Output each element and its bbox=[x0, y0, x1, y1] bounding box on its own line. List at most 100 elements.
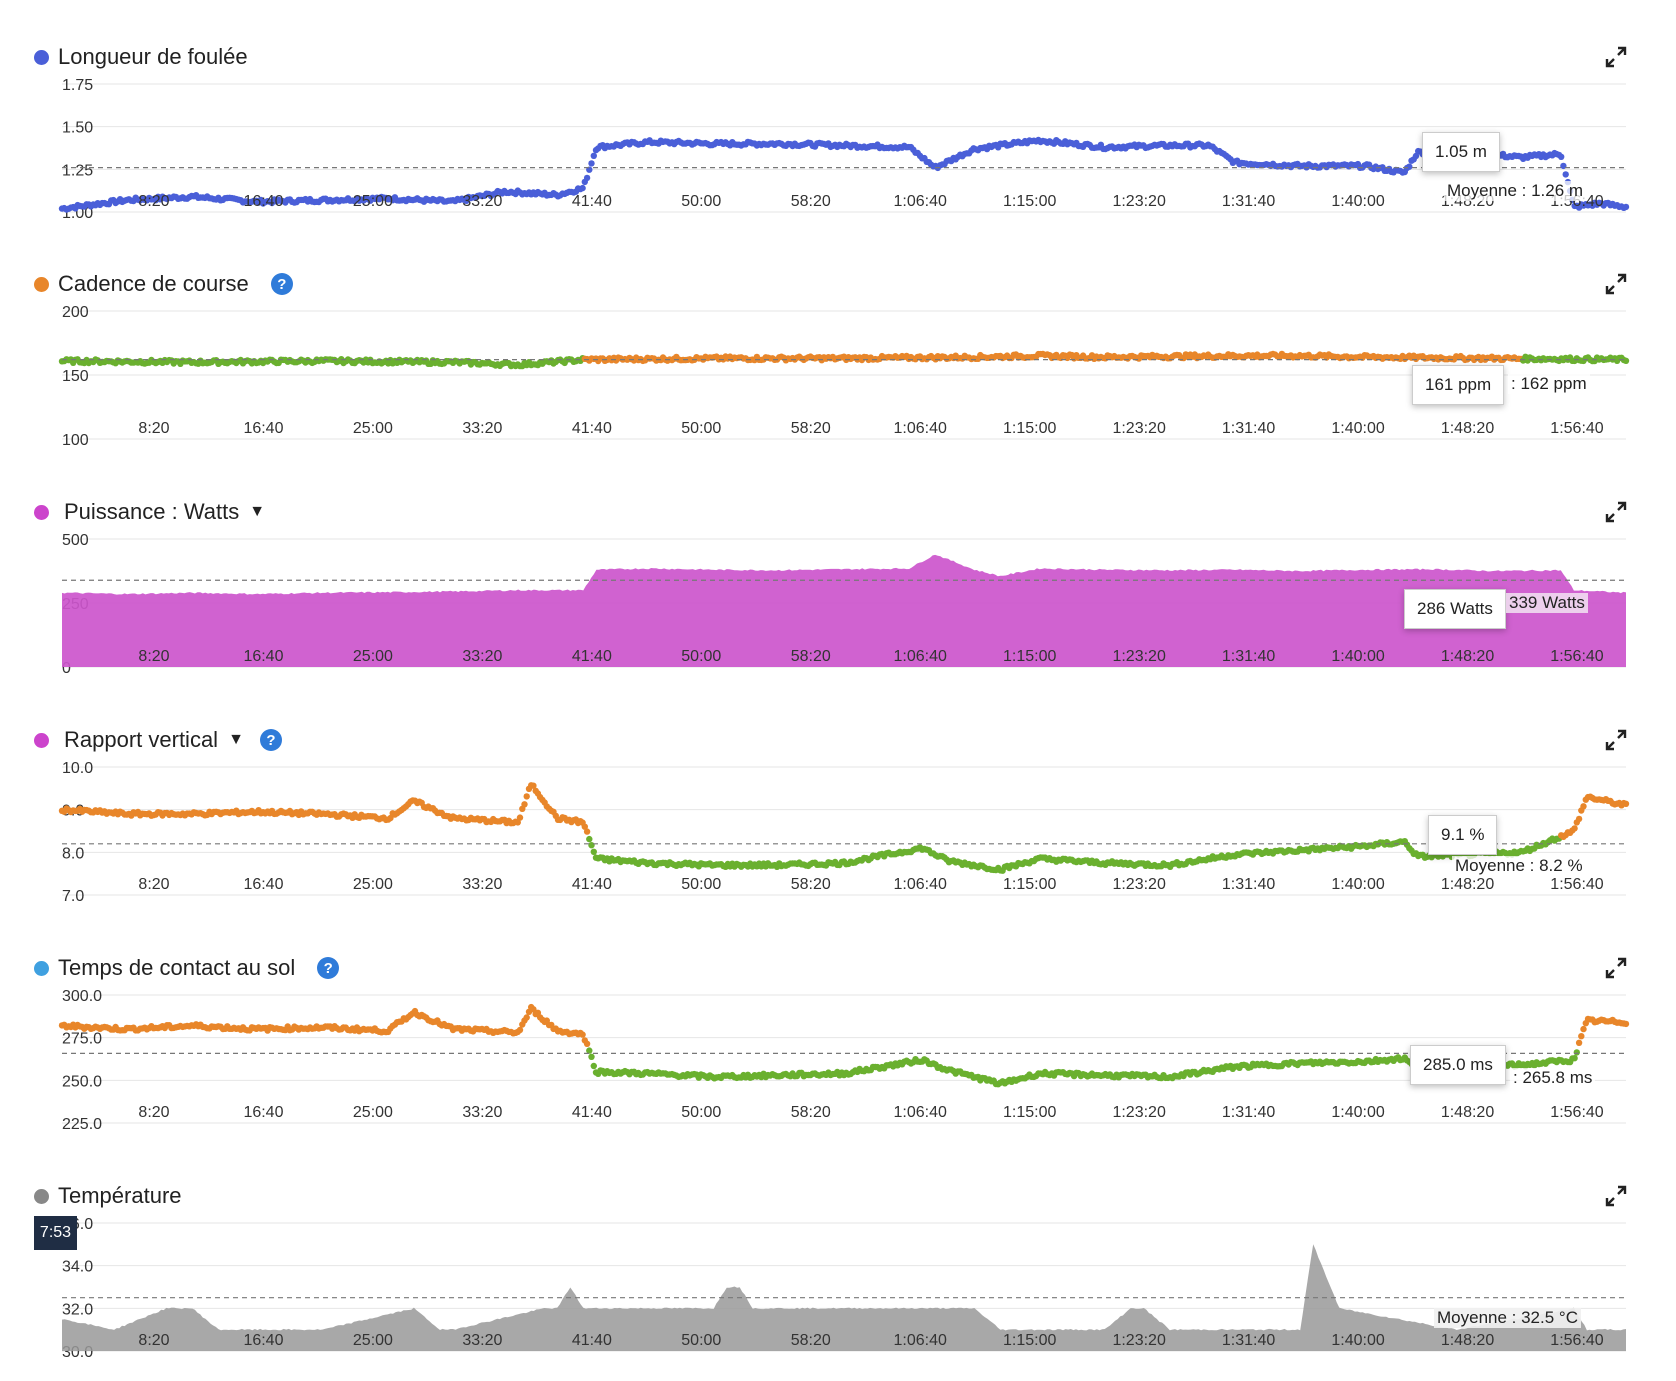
x-tick-label: 1:15:00 bbox=[1003, 193, 1056, 210]
y-tick-label: 10.0 bbox=[62, 760, 93, 777]
chart-svg: 300.0 275.0 250.0 225.0 8:20 16:40 25:00 33:20 4… bbox=[58, 988, 1630, 1133]
y-tick-label: 250.0 bbox=[62, 1073, 102, 1090]
x-tick-label: 41:40 bbox=[572, 648, 612, 665]
x-tick-label: 25:00 bbox=[353, 1104, 393, 1121]
x-tick-label: 16:40 bbox=[243, 1332, 283, 1349]
x-tick-label: 16:40 bbox=[243, 420, 283, 437]
chart-panel-power: Puissance : Watts ▼ 50025008:2016:4025:0… bbox=[0, 469, 1676, 697]
x-tick-label: 25:00 bbox=[353, 193, 393, 210]
x-tick-label: 1:31:40 bbox=[1222, 1332, 1275, 1349]
x-tick-label: 50:00 bbox=[681, 876, 721, 893]
chart-svg: 50025008:2016:4025:0033:2041:4050:0058:2… bbox=[62, 532, 1626, 677]
x-tick-label: 1:40:00 bbox=[1331, 876, 1384, 893]
chart-svg: 200 150 100 8:20 16:40 25:00 33:20 41:40 50:00 58… bbox=[58, 304, 1630, 449]
x-tick-label: 33:20 bbox=[462, 1104, 502, 1121]
x-tick-label: 1:23:20 bbox=[1112, 648, 1165, 665]
data-point bbox=[1622, 800, 1630, 807]
tooltip: 286 Watts bbox=[1404, 589, 1506, 629]
tooltip: 9.1 % bbox=[1428, 815, 1498, 855]
data-point bbox=[590, 1062, 597, 1070]
x-tick-label: 1:40:00 bbox=[1331, 193, 1384, 210]
x-tick-label: 8:20 bbox=[138, 648, 169, 665]
chart-panel-temperature: Température 36.0 34.0 32.0 30.0 8:20 16:40 25:… bbox=[0, 1153, 1676, 1381]
data-point bbox=[1578, 1033, 1585, 1040]
scatter-series bbox=[58, 136, 1630, 213]
x-tick-label: 1:15:00 bbox=[1003, 1332, 1056, 1349]
data-point bbox=[590, 848, 597, 855]
data-point bbox=[523, 1014, 530, 1021]
data-point bbox=[579, 184, 586, 192]
y-tick-label: 1.50 bbox=[62, 120, 93, 137]
x-tick-label: 16:40 bbox=[243, 193, 283, 210]
x-tick-label: 1:31:40 bbox=[1222, 420, 1275, 437]
x-tick-label: 1:15:00 bbox=[1003, 876, 1056, 893]
y-tick-label: 7.0 bbox=[62, 888, 84, 905]
y-tick-label: 500 bbox=[62, 532, 89, 549]
x-tick-label: 41:40 bbox=[572, 1332, 612, 1349]
scatter-series bbox=[58, 350, 1630, 370]
x-tick-label: 1:40:00 bbox=[1331, 648, 1384, 665]
cursor-time-label: 7:53 bbox=[34, 1216, 77, 1250]
y-tick-label: 275.0 bbox=[62, 1031, 102, 1048]
x-tick-label: 8:20 bbox=[138, 193, 169, 210]
chart-svg: 10.09.08.07.08:2016:4025:0033:2041:4050:… bbox=[58, 760, 1630, 905]
tooltip: 161 ppm bbox=[1412, 365, 1505, 405]
x-tick-label: 8:20 bbox=[138, 1332, 169, 1349]
x-tick-label: 33:20 bbox=[462, 648, 502, 665]
x-tick-label: 16:40 bbox=[243, 1104, 283, 1121]
x-tick-label: 1:23:20 bbox=[1112, 1104, 1165, 1121]
data-point bbox=[583, 828, 591, 835]
data-point bbox=[1622, 203, 1630, 211]
scatter-series bbox=[58, 782, 1630, 874]
average-label: Moyenne : 1.26 m bbox=[1444, 181, 1587, 201]
data-point bbox=[1622, 357, 1630, 364]
x-tick-label: 1:56:40 bbox=[1550, 420, 1603, 437]
x-tick-label: 1:31:40 bbox=[1222, 1104, 1275, 1121]
y-tick-label: 34.0 bbox=[62, 1259, 93, 1276]
y-tick-label: 200 bbox=[62, 304, 89, 321]
x-tick-label: 1:06:40 bbox=[894, 876, 947, 893]
x-tick-label: 50:00 bbox=[681, 420, 721, 437]
x-tick-label: 1:31:40 bbox=[1222, 648, 1275, 665]
x-tick-label: 33:20 bbox=[462, 876, 502, 893]
x-tick-label: 58:20 bbox=[791, 876, 831, 893]
x-tick-label: 1:40:00 bbox=[1331, 1332, 1384, 1349]
data-point bbox=[516, 1026, 524, 1034]
x-tick-label: 1:15:00 bbox=[1003, 420, 1056, 437]
data-point bbox=[1575, 815, 1583, 823]
data-point bbox=[516, 814, 524, 821]
data-point bbox=[1406, 163, 1413, 170]
data-point bbox=[1562, 171, 1569, 178]
x-tick-label: 1:23:20 bbox=[1112, 876, 1165, 893]
data-point bbox=[1622, 1020, 1630, 1028]
chart-panel-vertical-ratio: Rapport vertical ▼ ? 10.09.08.07.08:2016… bbox=[0, 697, 1676, 925]
tooltip: 285.0 ms bbox=[1410, 1045, 1506, 1085]
y-tick-label: 300.0 bbox=[62, 988, 102, 1005]
x-tick-label: 1:15:00 bbox=[1003, 1104, 1056, 1121]
x-tick-label: 58:20 bbox=[791, 648, 831, 665]
data-point bbox=[583, 174, 591, 182]
y-tick-label: 32.0 bbox=[62, 1301, 93, 1318]
x-tick-label: 50:00 bbox=[681, 1104, 721, 1121]
x-tick-label: 25:00 bbox=[353, 1332, 393, 1349]
average-label: : 265.8 ms bbox=[1510, 1068, 1596, 1088]
x-tick-label: 1:48:20 bbox=[1441, 1104, 1494, 1121]
x-tick-label: 50:00 bbox=[681, 193, 721, 210]
x-tick-label: 1:06:40 bbox=[894, 1104, 947, 1121]
x-tick-label: 1:40:00 bbox=[1331, 1104, 1384, 1121]
data-point bbox=[1558, 153, 1565, 160]
x-tick-label: 41:40 bbox=[572, 193, 612, 210]
x-tick-label: 58:20 bbox=[791, 1332, 831, 1349]
data-point bbox=[1571, 825, 1578, 832]
chart-panel-stride-length: Longueur de foulée 1.75 1.50 1.25 1.00 8:20 1… bbox=[0, 14, 1676, 242]
data-point bbox=[588, 160, 595, 167]
y-tick-label: 100 bbox=[62, 432, 89, 449]
x-tick-label: 41:40 bbox=[572, 876, 612, 893]
x-tick-label: 33:20 bbox=[462, 420, 502, 437]
x-tick-label: 1:23:20 bbox=[1112, 193, 1165, 210]
x-tick-label: 58:20 bbox=[791, 420, 831, 437]
chart-panel-cadence: Cadence de course ? 200 150 100 8:20 16:40 25… bbox=[0, 241, 1676, 469]
y-tick-label: 1.75 bbox=[62, 77, 93, 94]
x-tick-label: 1:06:40 bbox=[894, 420, 947, 437]
average-label: Moyenne : 32.5 °C bbox=[1434, 1308, 1581, 1328]
